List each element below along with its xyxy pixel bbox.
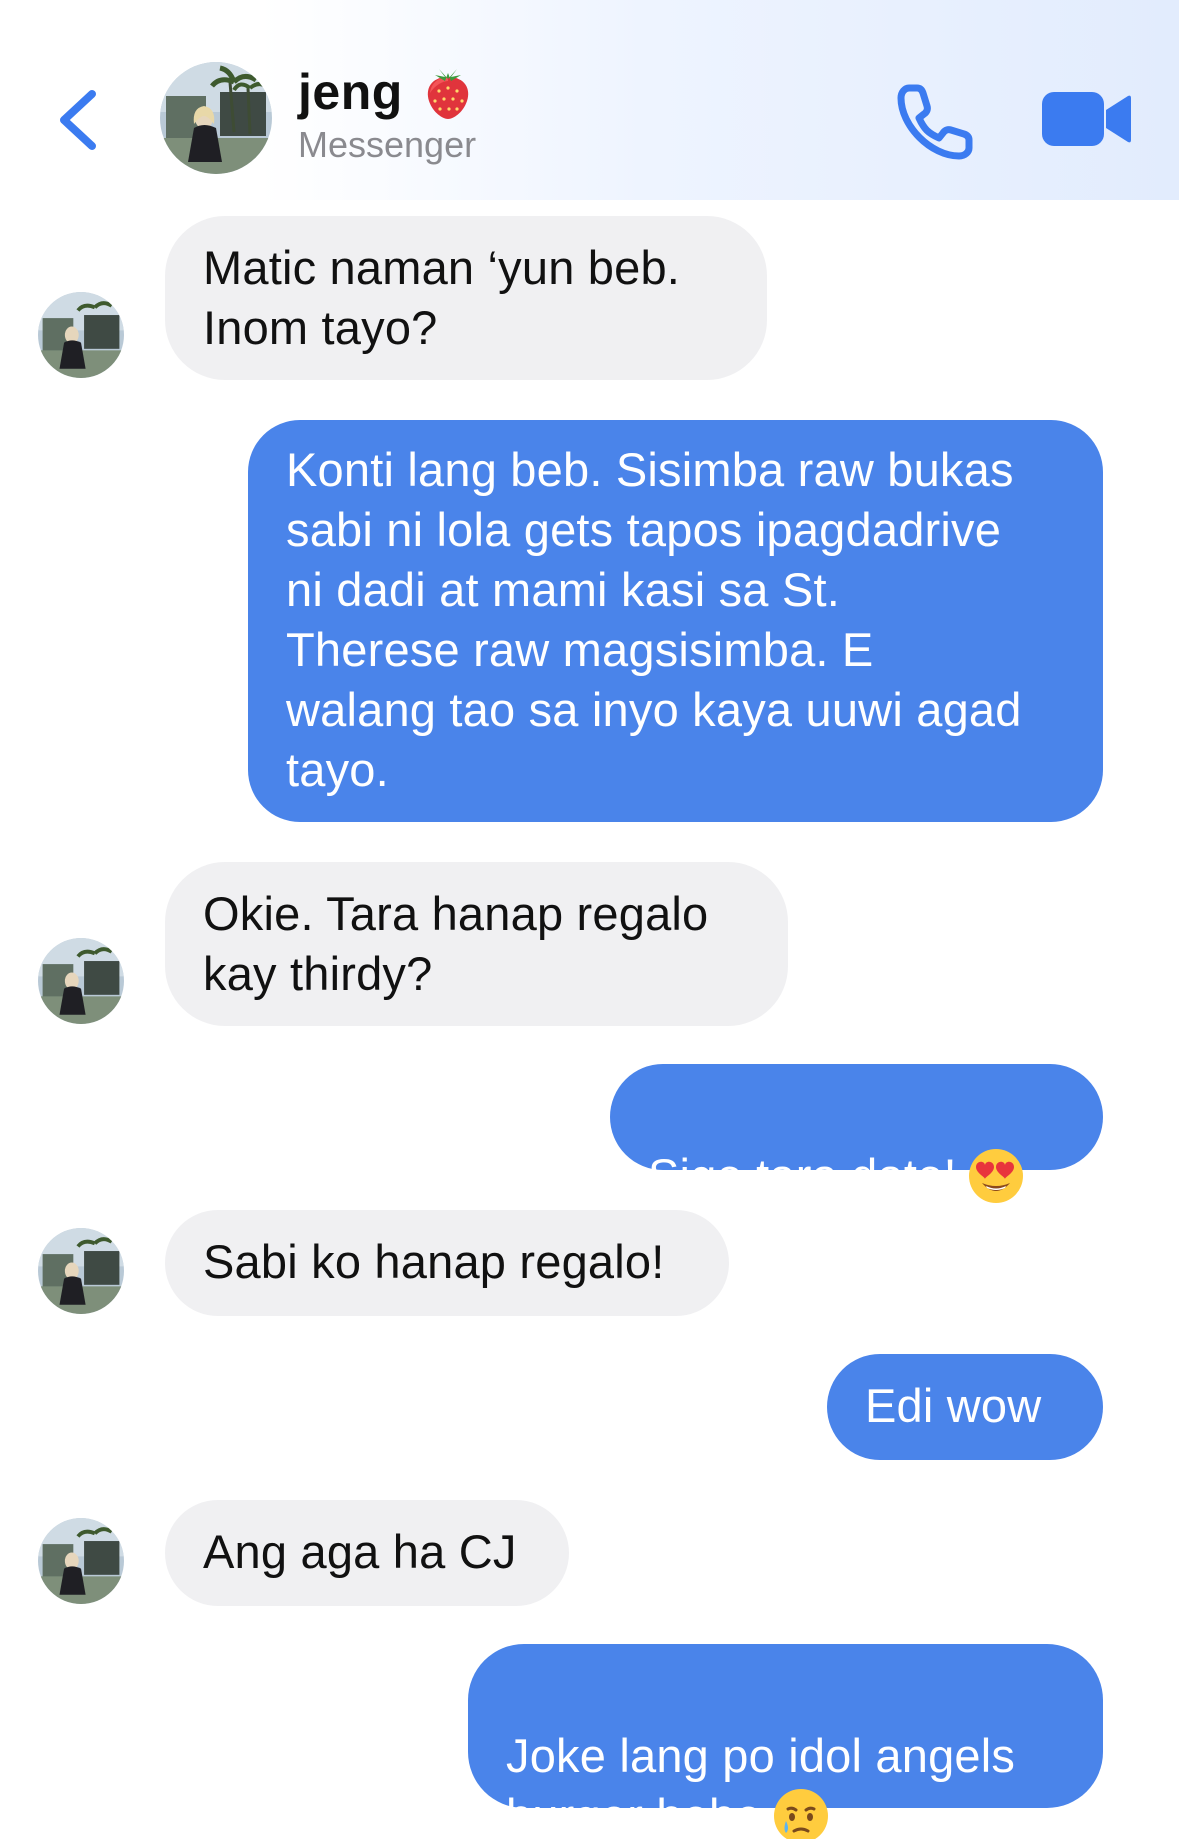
message-bubble-outgoing[interactable]: Joke lang po idol angels burger bebe	[468, 1644, 1103, 1839]
contact-subtitle: Messenger	[298, 124, 477, 165]
contact-title[interactable]: jeng	[298, 62, 475, 122]
chat-header: jeng Messenger	[0, 0, 1179, 200]
strawberry-icon	[427, 69, 468, 119]
contact-photo	[160, 62, 272, 174]
message-bubble-outgoing[interactable]: Edi wow	[827, 1354, 1103, 1460]
contact-name: jeng	[298, 64, 403, 120]
chat-screen: jeng Messenger Matic naman ‘yun beb. Ino…	[0, 0, 1179, 1839]
back-button[interactable]	[50, 80, 110, 160]
message-bubble-incoming[interactable]: Matic naman ‘yun beb. Inom tayo?	[165, 216, 767, 380]
chevron-left-icon	[60, 90, 96, 150]
message-text: Sige tara date!	[648, 1149, 957, 1202]
contact-avatar[interactable]	[160, 62, 272, 174]
contact-photo	[38, 292, 124, 378]
video-camera-icon	[1042, 92, 1131, 146]
contact-avatar-small[interactable]	[38, 938, 124, 1024]
contact-photo	[38, 1228, 124, 1314]
message-bubble-incoming[interactable]: Okie. Tara hanap regalo kay thirdy?	[165, 862, 788, 1026]
audio-call-button[interactable]	[895, 80, 977, 162]
phone-icon	[897, 84, 973, 160]
message-bubble-incoming[interactable]: Ang aga ha CJ	[165, 1500, 569, 1606]
heart-eyes-emoji-icon	[968, 1148, 1023, 1203]
message-text: Joke lang po idol angels burger bebe	[506, 1729, 1016, 1839]
video-call-button[interactable]	[1040, 88, 1132, 150]
message-bubble-outgoing[interactable]: Konti lang beb. Sisimba raw bukas sabi n…	[248, 420, 1103, 822]
message-bubble-incoming[interactable]: Sabi ko hanap regalo!	[165, 1210, 729, 1316]
contact-avatar-small[interactable]	[38, 292, 124, 378]
contact-avatar-small[interactable]	[38, 1518, 124, 1604]
contact-photo	[38, 938, 124, 1024]
contact-avatar-small[interactable]	[38, 1228, 124, 1314]
contact-photo	[38, 1518, 124, 1604]
tearful-smile-emoji-icon	[773, 1788, 828, 1839]
message-bubble-outgoing[interactable]: Sige tara date!	[610, 1064, 1103, 1203]
